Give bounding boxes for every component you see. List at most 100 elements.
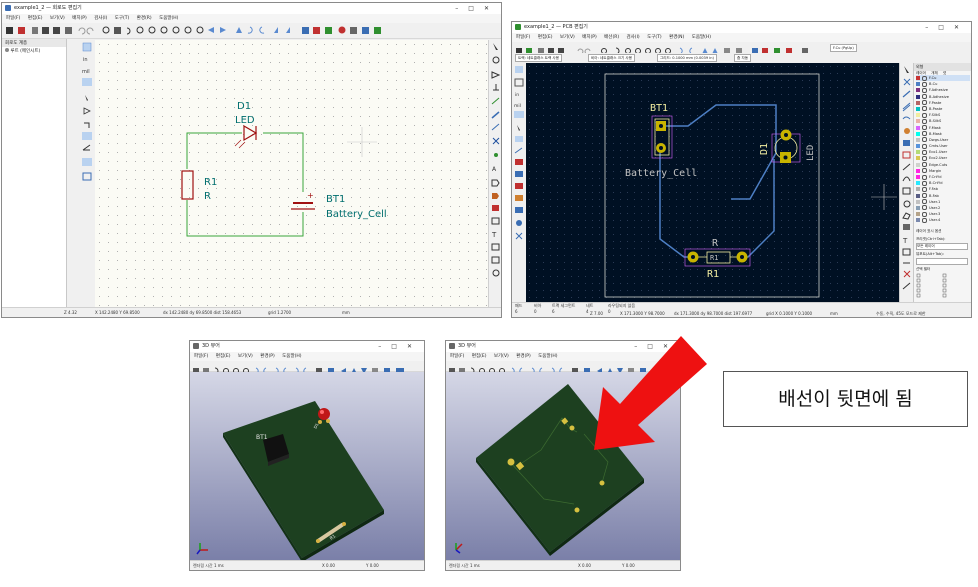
grid-select[interactable]: 그리드: 0.1000 mm (0.0039 in) bbox=[657, 54, 717, 62]
import-sheet-pin-icon[interactable] bbox=[491, 217, 500, 225]
draw-line-icon[interactable] bbox=[902, 163, 911, 171]
mm-units-icon[interactable] bbox=[82, 78, 92, 86]
grid-toggle-icon[interactable] bbox=[82, 42, 92, 52]
zoom-selection-icon[interactable] bbox=[184, 26, 192, 34]
add-text-icon[interactable]: T bbox=[491, 231, 497, 239]
menu-help[interactable]: 도움말(H) bbox=[282, 354, 301, 359]
route-diff-pair-icon[interactable] bbox=[902, 102, 911, 112]
print-icon[interactable] bbox=[42, 27, 49, 34]
route-track-icon[interactable] bbox=[902, 90, 911, 98]
pcb-right-toolbar-icons[interactable]: T bbox=[900, 63, 914, 303]
tune-length-icon[interactable] bbox=[902, 116, 911, 120]
add-bus-entry-icon[interactable] bbox=[491, 123, 500, 131]
layer-visibility-icon[interactable] bbox=[922, 155, 927, 161]
layer-visibility-icon[interactable] bbox=[922, 75, 927, 81]
ratsnest-icon[interactable] bbox=[515, 136, 523, 142]
menu-tools[interactable]: 도구(T) bbox=[647, 35, 662, 40]
layer-row[interactable]: User.4 bbox=[916, 217, 970, 223]
menu-preferences[interactable]: 환경(N) bbox=[669, 35, 684, 40]
measure-tool-icon[interactable] bbox=[902, 282, 911, 290]
layer-visibility-icon[interactable] bbox=[922, 143, 927, 149]
grid-toggle-icon[interactable] bbox=[515, 66, 523, 73]
add-bus-icon[interactable] bbox=[491, 111, 500, 119]
layer-color-swatch[interactable] bbox=[916, 156, 920, 161]
layer-color-swatch[interactable] bbox=[916, 212, 920, 217]
add-power-icon[interactable] bbox=[493, 84, 499, 91]
layer-visibility-icon[interactable] bbox=[922, 131, 927, 137]
save-icon[interactable] bbox=[6, 27, 13, 34]
window-controls[interactable]: –□✕ bbox=[925, 22, 969, 33]
add-circle-icon[interactable] bbox=[492, 269, 500, 277]
menu-file[interactable]: 파일(F) bbox=[450, 354, 464, 359]
navigate-forward-icon[interactable] bbox=[220, 27, 226, 33]
hierarchy-toggle-icon[interactable] bbox=[82, 132, 92, 140]
menu-file[interactable]: 파일(F) bbox=[6, 16, 20, 21]
layer-color-swatch[interactable] bbox=[916, 193, 920, 198]
layer-visibility-icon[interactable] bbox=[922, 180, 927, 186]
menu-help[interactable]: 도움말(H) bbox=[159, 16, 178, 21]
add-label-icon[interactable]: A bbox=[492, 166, 497, 173]
layer-color-swatch[interactable] bbox=[916, 76, 920, 80]
menu-view[interactable]: 보기(V) bbox=[560, 35, 575, 40]
polar-coords-icon[interactable] bbox=[514, 78, 524, 87]
inch-units-icon[interactable]: in bbox=[515, 92, 519, 98]
erc-icon[interactable] bbox=[338, 26, 346, 34]
sheet-panel-icon[interactable] bbox=[82, 172, 92, 181]
zone-outline-icon[interactable] bbox=[515, 171, 523, 177]
add-wire-icon[interactable] bbox=[491, 97, 500, 105]
pcb-canvas[interactable]: BT1 Battery_Cell D1 LED R1 R R1 bbox=[526, 63, 899, 304]
layer-color-swatch[interactable] bbox=[916, 205, 920, 210]
layer-color-swatch[interactable] bbox=[916, 125, 920, 130]
selection-filter-checkboxes[interactable] bbox=[915, 273, 971, 303]
layer-visibility-icon[interactable] bbox=[922, 118, 927, 124]
rotate-cw-icon[interactable] bbox=[259, 26, 265, 34]
layer-color-swatch[interactable] bbox=[916, 113, 920, 118]
layer-visibility-icon[interactable] bbox=[922, 199, 927, 205]
viewport-select[interactable] bbox=[916, 258, 968, 265]
hier-label-icon[interactable] bbox=[492, 193, 499, 199]
menu-preferences[interactable]: 환경(R) bbox=[137, 16, 152, 21]
menu-file[interactable]: 파일(F) bbox=[194, 354, 208, 359]
menu-view[interactable]: 보기(V) bbox=[494, 354, 509, 359]
symbol-fields-icon[interactable] bbox=[350, 27, 357, 34]
layer-color-swatch[interactable] bbox=[916, 144, 920, 149]
preset-select[interactable]: 모든 레이어 bbox=[916, 243, 968, 250]
add-rectangle-icon[interactable] bbox=[491, 256, 500, 264]
layer-color-swatch[interactable] bbox=[916, 131, 920, 136]
left-toolbar-icons[interactable]: in mil bbox=[80, 40, 94, 200]
menu-edit[interactable]: 편집(E) bbox=[216, 354, 231, 359]
track-sketch-icon[interactable] bbox=[515, 207, 523, 213]
schematic-canvas[interactable]: D1 LED R1 R + BT1 Battery_Cell bbox=[95, 40, 488, 310]
no-connect-icon[interactable] bbox=[492, 137, 500, 145]
symbol-editor-icon[interactable] bbox=[302, 27, 309, 34]
zoom-out-icon[interactable] bbox=[148, 26, 156, 34]
open-pcb-icon[interactable] bbox=[374, 27, 381, 34]
layer-color-swatch[interactable] bbox=[916, 162, 920, 167]
layer-visibility-icon[interactable] bbox=[922, 193, 927, 199]
window-controls[interactable]: –□✕ bbox=[455, 3, 499, 14]
add-rule-area-icon[interactable] bbox=[902, 151, 911, 159]
layer-visibility-icon[interactable] bbox=[922, 217, 927, 223]
find-icon[interactable] bbox=[102, 26, 110, 34]
find-replace-icon[interactable] bbox=[114, 27, 121, 34]
battery-bt1-symbol[interactable] bbox=[291, 202, 315, 210]
menu-help[interactable]: 도움말(H) bbox=[538, 354, 557, 359]
layer-color-swatch[interactable] bbox=[916, 137, 920, 142]
refresh-icon[interactable] bbox=[126, 27, 131, 35]
draw-polygon-icon[interactable] bbox=[902, 212, 911, 220]
menu-route[interactable]: 배선(R) bbox=[604, 35, 619, 40]
menu-edit[interactable]: 편집(E) bbox=[472, 354, 487, 359]
mm-units-icon[interactable] bbox=[514, 111, 524, 118]
resistor-r1-symbol[interactable] bbox=[181, 170, 194, 200]
add-zone-icon[interactable] bbox=[903, 140, 910, 146]
layer-visibility-icon[interactable] bbox=[922, 162, 927, 168]
track-width-select[interactable]: 트랙: 네트클래스 트랙 사용 bbox=[515, 54, 563, 62]
menu-help[interactable]: 도움말(H) bbox=[692, 35, 711, 40]
menu-place[interactable]: 배치(P) bbox=[582, 35, 597, 40]
layer-visibility-icon[interactable] bbox=[922, 125, 927, 130]
undo-icon[interactable] bbox=[78, 27, 86, 35]
zoom-in-icon[interactable] bbox=[136, 26, 144, 34]
menu-view[interactable]: 보기(V) bbox=[50, 16, 65, 21]
layer-visibility-icon[interactable] bbox=[922, 168, 927, 174]
draw-arc-icon[interactable] bbox=[902, 176, 911, 182]
